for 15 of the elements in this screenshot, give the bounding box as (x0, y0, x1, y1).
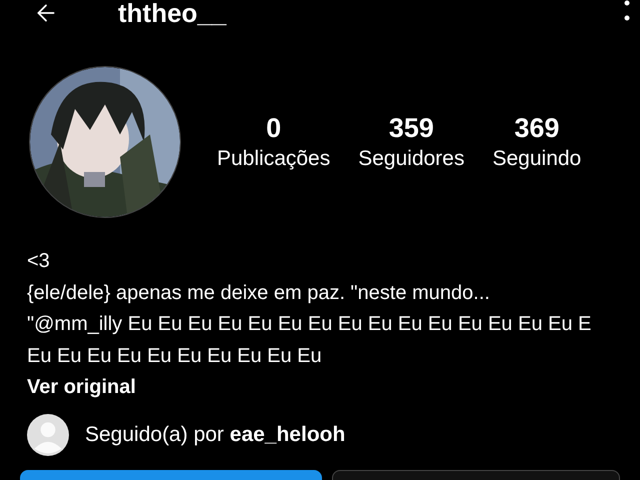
bio-line: Eu Eu Eu Eu Eu Eu Eu Eu Eu Eu (27, 344, 323, 368)
more-options-icon[interactable] (624, 0, 630, 22)
stat-label[interactable]: Seguindo (492, 146, 582, 172)
stat-count: 369 (514, 112, 560, 145)
profile-username: ththeo__ (118, 0, 226, 26)
bio-line: {ele/dele} apenas me deixe em paz. "neste mundo... (27, 280, 491, 306)
bio-line: "@mm_illy Eu Eu Eu Eu Eu Eu Eu Eu Eu Eu Eu Eu Eu Eu Eu E (27, 312, 592, 337)
bio-line: <3 (27, 249, 51, 274)
user-avatar-icon (27, 414, 69, 456)
see-original-link[interactable]: Ver original (27, 372, 136, 404)
stat-label[interactable]: Publicações (217, 146, 330, 172)
stat-label[interactable]: Seguidores (358, 146, 464, 172)
followed-by-text: Seguido(a) por eae_helooh (85, 422, 346, 448)
stat-count: 359 (388, 112, 434, 145)
stat-count: 0 (266, 112, 282, 145)
